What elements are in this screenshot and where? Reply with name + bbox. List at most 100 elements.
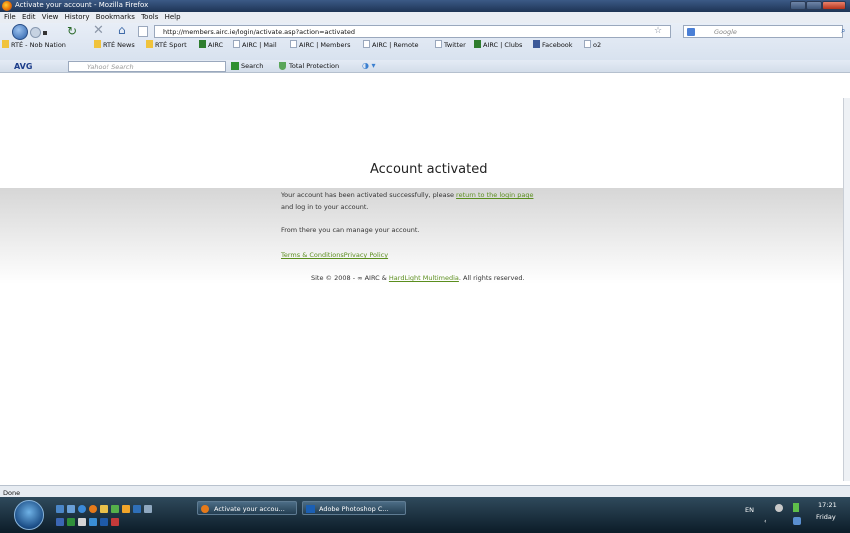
manage-account-text: From there you can manage your account. [281,226,420,234]
total-protection-button[interactable]: Total Protection [289,62,339,70]
activation-message: Your account has been activated successf… [281,191,534,199]
search-icon[interactable]: ⌕ [841,26,845,36]
home-icon[interactable]: ⌂ [118,23,126,37]
taskbar-button-photoshop[interactable]: Adobe Photoshop C... [302,501,406,515]
hardlight-link[interactable]: HardLight Multimedia [389,274,459,282]
airc-icon [474,40,481,48]
reload-icon[interactable]: ↻ [67,24,77,38]
clock-day[interactable]: Friday [816,513,836,521]
google-icon [687,28,695,36]
airc-icon [199,40,206,48]
forward-button[interactable] [30,27,41,38]
folder-icon [94,40,101,48]
page-icon [290,40,297,48]
page-icon [138,26,148,37]
bookmark-star-icon[interactable]: ☆ [654,26,662,36]
vertical-scrollbar[interactable] [843,98,850,481]
firefox-quicklaunch-icon[interactable] [89,505,97,513]
yahoo-search-input[interactable]: Yahoo! Search [68,61,226,72]
folder-icon [146,40,153,48]
search-icon[interactable] [231,62,239,70]
dropdown-arrow-icon[interactable] [43,31,47,35]
facebook-icon [533,40,540,48]
start-button[interactable] [14,500,44,530]
menu-history[interactable]: History [65,13,90,21]
outlook-icon[interactable] [100,518,108,526]
terms-link[interactable]: Terms & Conditions [281,251,344,259]
messenger-icon[interactable] [111,505,119,513]
search-input[interactable]: Google [683,25,843,38]
footer-links: Terms & ConditionsPrivacy Policy [281,251,388,259]
stop-icon[interactable]: ✕ [93,23,104,38]
bookmark-rte-news[interactable]: RTÉ News [94,40,135,49]
network-icon[interactable] [775,504,783,512]
system-tray: EN ‹ 17:21 Friday [740,497,850,533]
menu-view[interactable]: View [42,13,59,21]
excel-icon[interactable] [67,518,75,526]
media-player-icon[interactable] [111,518,119,526]
content-band [0,188,843,284]
internet-explorer-icon[interactable] [78,505,86,513]
privacy-link[interactable]: Privacy Policy [344,251,388,259]
bookmark-airc[interactable]: AIRC [199,40,223,49]
menu-help[interactable]: Help [165,13,181,21]
firefox-icon [2,1,12,11]
minimize-button[interactable] [790,1,806,10]
page-icon [584,40,591,48]
photoshop-icon [306,505,315,513]
menu-edit[interactable]: Edit [22,13,36,21]
avg-search-button[interactable]: Search [241,62,263,70]
page-icon [435,40,442,48]
app-icon[interactable] [133,505,141,513]
title-bar: Activate your account - Mozilla Firefox [0,0,850,12]
menu-bookmarks[interactable]: Bookmarks [96,13,135,21]
calculator-icon[interactable] [144,505,152,513]
back-button[interactable] [12,24,28,40]
avg-options-icon[interactable]: ◑ ▾ [362,61,376,70]
close-button[interactable] [822,1,846,10]
bookmark-o2[interactable]: o2 [584,40,601,49]
page-title: Account activated [370,162,488,177]
status-text: Done [3,489,21,497]
folder-icon[interactable] [100,505,108,513]
word-icon[interactable] [56,518,64,526]
language-indicator[interactable]: EN [745,506,754,514]
bookmark-airc-members[interactable]: AIRC | Members [290,40,351,49]
menu-file[interactable]: File [4,13,16,21]
menu-bar: File Edit View History Bookmarks Tools H… [0,12,850,23]
avg-logo[interactable]: AVG [14,62,32,71]
bookmark-rte-sport[interactable]: RTÉ Sport [146,40,187,49]
maximize-button[interactable] [806,1,822,10]
taskbar-button-firefox[interactable]: Activate your accou... [197,501,297,515]
firefox-icon [201,505,209,513]
volume-icon[interactable] [793,517,801,525]
notepad-icon[interactable] [78,518,86,526]
bookmarks-toolbar: RTÉ - Nob Nation RTÉ News RTÉ Sport AIRC… [0,40,850,51]
login-page-link[interactable]: return to the login page [456,191,533,199]
address-bar[interactable]: http://members.airc.ie/login/activate.as… [154,25,671,38]
shield-icon [279,62,286,70]
window-title: Activate your account - Mozilla Firefox [15,1,149,9]
page-content [0,98,843,481]
bookmark-airc-remote[interactable]: AIRC | Remote [363,40,419,49]
status-bar: Done [0,485,850,497]
bookmark-rte-nob-nation[interactable]: RTÉ - Nob Nation [2,40,66,49]
bookmark-facebook[interactable]: Facebook [533,40,573,49]
media-icon[interactable] [122,505,130,513]
clock-time[interactable]: 17:21 [818,501,837,509]
page-icon [363,40,370,48]
show-desktop-icon[interactable] [56,505,64,513]
paint-icon[interactable] [89,518,97,526]
activation-message-line2: and log in to your account. [281,203,369,211]
switch-windows-icon[interactable] [67,505,75,513]
tray-expand-icon[interactable]: ‹ [764,517,767,525]
avg-toolbar: AVG Yahoo! Search Search Total Protectio… [0,60,850,73]
taskbar: Activate your accou... Adobe Photoshop C… [0,497,850,533]
navigation-toolbar: ↻ ✕ ⌂ http://members.airc.ie/login/activ… [0,23,850,60]
signal-icon[interactable] [793,503,799,512]
bookmark-twitter[interactable]: Twitter [435,40,466,49]
folder-icon [2,40,9,48]
bookmark-airc-mail[interactable]: AIRC | Mail [233,40,277,49]
menu-tools[interactable]: Tools [141,13,158,21]
bookmark-airc-clubs[interactable]: AIRC | Clubs [474,40,522,49]
